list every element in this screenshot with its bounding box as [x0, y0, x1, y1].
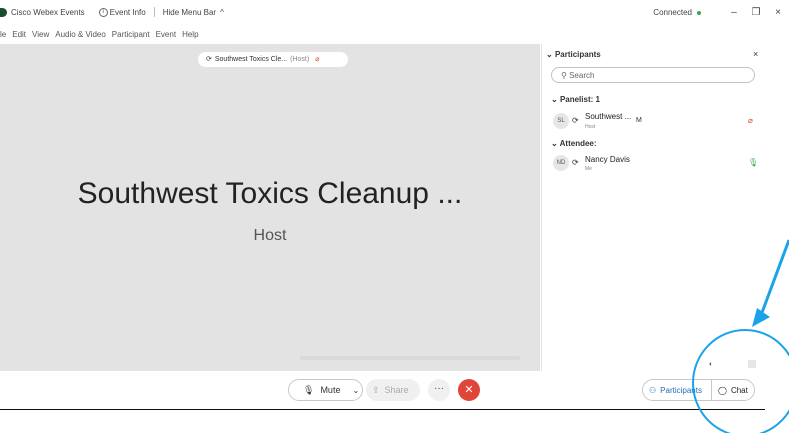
menu-help[interactable]: Help [182, 30, 198, 39]
person-icon: ⚇ [649, 385, 657, 395]
participant-role: Host [585, 124, 596, 130]
share-button[interactable]: ⇪ Share [366, 379, 420, 401]
attendee-header-label: Attendee: [559, 139, 597, 148]
chevron-up-icon[interactable]: ^ [220, 8, 224, 17]
pill-speaker-name: Southwest Toxics Cle... [214, 56, 288, 63]
title-bar-left: Cisco Webex Events i Event Info Hide Men… [0, 7, 224, 17]
muted-mic-icon[interactable]: ⌀ [748, 116, 753, 125]
app-title: Cisco Webex Events [11, 7, 85, 17]
speaker-role: Host [253, 227, 287, 244]
title-bar: Cisco Webex Events i Event Info Hide Men… [0, 0, 789, 26]
panelist-header-label: Panelist: 1 [559, 95, 600, 104]
control-bar: 🎙 Mute ⌄ ⇪ Share ··· ✕ ⚇ Participants ◯ … [0, 372, 765, 410]
event-info-link[interactable]: Event Info [110, 8, 146, 17]
share-label: Share [384, 385, 409, 395]
participant-role: Me [585, 166, 592, 172]
hide-menu-bar-button[interactable]: Hide Menu Bar [163, 8, 216, 17]
search-input[interactable]: ⚲ Search [551, 67, 755, 83]
pill-speaker-role: (Host) [290, 56, 310, 63]
participant-name: Nancy Davis [585, 155, 630, 164]
webex-logo-icon [0, 7, 7, 17]
active-speaker-pill: ⟳ Southwest Toxics Cle... (Host) ⌀ [198, 52, 348, 67]
title-bar-right: Connected – ❐ × [653, 7, 789, 18]
menu-view[interactable]: View [32, 30, 49, 39]
close-icon[interactable]: × [753, 49, 758, 59]
chevron-down-icon[interactable]: ⌄ [551, 95, 558, 104]
restore-icon[interactable]: ❐ [745, 7, 767, 18]
menu-bar: le Edit View Audio & Video Participant E… [0, 26, 205, 42]
search-icon: ⚲ [561, 71, 567, 80]
connection-dot-icon [697, 10, 701, 15]
chevron-down-icon[interactable]: ⌄ [546, 50, 553, 59]
search-placeholder: Search [569, 71, 595, 80]
muted-mic-icon: ⌀ [315, 56, 320, 63]
video-stage: ⟳ Southwest Toxics Cle... (Host) ⌀ South… [0, 44, 540, 371]
floating-bar-handle [300, 356, 520, 360]
chat-label: Chat [730, 385, 748, 395]
chevron-down-icon[interactable]: ⌄ [352, 386, 359, 395]
close-window-icon[interactable]: × [767, 7, 789, 18]
minimize-icon[interactable]: – [723, 7, 745, 18]
webex-client-icon: ⟳ [572, 116, 579, 125]
mic-icon: 🎙 [303, 384, 315, 395]
avatar: SL [553, 113, 569, 129]
menu-audio-video[interactable]: Audio & Video [55, 30, 106, 39]
panel-header[interactable]: ⌄ Participants [546, 50, 601, 59]
menu-file[interactable]: le [0, 30, 6, 39]
divider [153, 7, 155, 17]
participant-badge: M [636, 117, 642, 124]
panelist-section-header[interactable]: ⌄ Panelist: 1 [551, 95, 600, 104]
panel-title: Participants [554, 50, 601, 59]
attendee-section-header[interactable]: ⌄ Attendee: [551, 139, 597, 148]
webex-speaker-icon: ⟳ [206, 56, 212, 63]
mute-label: Mute [320, 385, 341, 395]
resize-handle-icon[interactable] [748, 360, 756, 368]
chat-bubble-icon: ◯ [718, 385, 727, 395]
settings-icon[interactable]: ◐ [709, 361, 713, 368]
speaker-name: Southwest Toxics Cleanup ... [77, 177, 463, 210]
webex-client-icon: ⟳ [572, 158, 579, 167]
avatar: ND [553, 155, 569, 171]
participants-panel: ⌄ Participants × ⚲ Search ⌄ Panelist: 1 … [541, 44, 766, 371]
leave-button[interactable]: ✕ [458, 379, 480, 401]
mute-button[interactable]: 🎙 Mute ⌄ [288, 379, 363, 401]
participant-name: Southwest ... [585, 112, 632, 121]
share-icon: ⇪ [372, 384, 380, 395]
more-options-button[interactable]: ··· [428, 379, 450, 401]
connection-status: Connected [653, 8, 692, 17]
chat-button[interactable]: ◯ Chat [711, 379, 755, 401]
menu-participant[interactable]: Participant [112, 30, 150, 39]
menu-event[interactable]: Event [156, 30, 176, 39]
info-icon[interactable]: i [98, 7, 108, 17]
participants-label: Participants [660, 385, 702, 395]
chevron-down-icon[interactable]: ⌄ [551, 139, 558, 148]
menu-edit[interactable]: Edit [12, 30, 26, 39]
mic-icon[interactable]: 🎙 [748, 158, 758, 167]
participants-button[interactable]: ⚇ Participants [642, 379, 712, 401]
